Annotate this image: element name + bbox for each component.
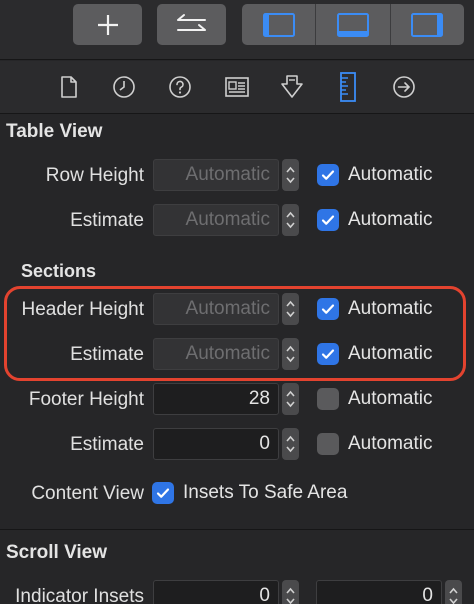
table-view-section-title: Table View (6, 121, 103, 142)
bottom-panel-icon (336, 12, 369, 37)
add-button[interactable] (73, 4, 142, 45)
stepper-arrows-icon (286, 435, 295, 453)
stepper-arrows-icon (286, 211, 295, 229)
row-height-automatic-checkbox[interactable] (317, 164, 339, 186)
attributes-inspector-icon (281, 75, 303, 98)
footer-height-stepper[interactable] (282, 383, 299, 415)
insets-to-safe-area-checkbox[interactable] (152, 482, 174, 504)
indicator-insets-right-stepper[interactable] (445, 580, 462, 604)
row-height-label: Row Height (45, 165, 144, 186)
footer-estimate-input[interactable]: 0 (153, 428, 279, 460)
footer-height-automatic-checkbox[interactable] (317, 388, 339, 410)
checkmark-icon (321, 215, 335, 225)
toggle-navigator-button[interactable] (242, 4, 317, 45)
row-estimate-label: Estimate (70, 210, 144, 231)
scroll-view-section-title: Scroll View (6, 542, 108, 563)
footer-estimate-label: Estimate (70, 434, 144, 455)
section-divider (0, 529, 474, 530)
stepper-arrows-icon (286, 166, 295, 184)
inspector-panel: Table View Row Height Automatic Automati… (0, 0, 474, 604)
footer-estimate-automatic-checkbox[interactable] (317, 433, 339, 455)
tab-file-inspector[interactable] (56, 74, 82, 100)
row-estimate-automatic-label: Automatic (348, 209, 433, 230)
highlight-annotation (4, 286, 466, 381)
checkmark-icon (321, 170, 335, 180)
stepper-arrows-icon (286, 390, 295, 408)
inspector-tabs (0, 61, 474, 114)
plus-icon (97, 14, 118, 35)
row-estimate-input[interactable]: Automatic (153, 204, 279, 236)
footer-estimate-stepper[interactable] (282, 428, 299, 460)
footer-height-automatic-label: Automatic (348, 388, 433, 409)
stepper-arrows-icon (286, 587, 295, 604)
footer-height-label: Footer Height (28, 389, 144, 410)
row-estimate-stepper[interactable] (282, 204, 299, 236)
toggle-debug-area-button[interactable] (316, 4, 391, 45)
row-height-input[interactable]: Automatic (153, 159, 279, 191)
file-inspector-icon (61, 76, 77, 98)
panel-toggle-group (242, 4, 464, 45)
swap-button[interactable] (157, 4, 226, 45)
insets-to-safe-area-label: Insets To Safe Area (183, 482, 348, 503)
indicator-insets-left-stepper[interactable] (282, 580, 299, 604)
tab-help-inspector[interactable] (167, 74, 193, 100)
indicator-insets-right-input[interactable]: 0 (316, 580, 442, 604)
indicator-insets-label: Indicator Insets (15, 586, 144, 604)
tab-size-inspector[interactable] (335, 72, 361, 102)
indicator-insets-left-input[interactable]: 0 (153, 580, 279, 604)
connections-inspector-icon (393, 76, 415, 98)
identity-inspector-icon (225, 77, 249, 97)
toggle-inspector-button[interactable] (391, 4, 464, 45)
footer-estimate-automatic-label: Automatic (348, 433, 433, 454)
help-inspector-icon (169, 76, 191, 98)
row-height-stepper[interactable] (282, 159, 299, 191)
row-estimate-automatic-checkbox[interactable] (317, 209, 339, 231)
stepper-arrows-icon (449, 587, 458, 604)
history-inspector-icon (113, 76, 135, 98)
tab-connections-inspector[interactable] (391, 74, 417, 100)
sections-title: Sections (21, 261, 97, 281)
checkmark-icon (156, 488, 170, 498)
tab-history-inspector[interactable] (111, 74, 137, 100)
footer-height-input[interactable]: 28 (153, 383, 279, 415)
tab-attributes-inspector[interactable] (279, 74, 305, 100)
size-inspector-icon (340, 72, 356, 102)
left-panel-icon (262, 12, 295, 37)
row-height-automatic-label: Automatic (348, 164, 433, 185)
swap-arrows-icon (176, 13, 206, 31)
right-panel-icon (411, 12, 444, 37)
tab-identity-inspector[interactable] (224, 74, 250, 100)
content-view-label: Content View (31, 483, 144, 504)
toolbar (0, 0, 474, 60)
